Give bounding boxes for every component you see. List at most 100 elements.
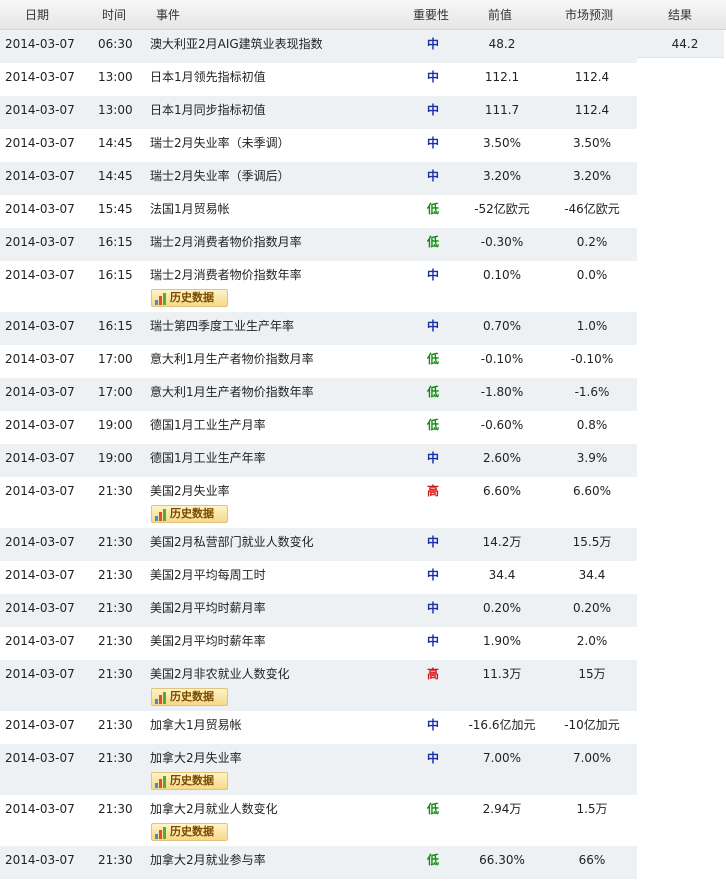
row-importance: 中 [426, 751, 439, 765]
row-forecast: 2.0% [576, 634, 608, 648]
row-date: 2014-03-07 [5, 202, 75, 216]
row-forecast: 0.0% [576, 268, 608, 282]
row-date: 2014-03-07 [5, 751, 75, 765]
table-row: 2014-03-07 21:30 美国2月平均时薪月率中 0.20% 0.20% [0, 594, 637, 627]
row-result [650, 711, 720, 740]
row-importance: 中 [426, 136, 439, 150]
table-row: 2014-03-07 16:15 瑞士第四季度工业生产年率中 0.70% 1.0% [0, 312, 637, 345]
row-time: 06:30 [98, 37, 133, 51]
bar-chart-icon [155, 692, 168, 704]
bar-chart-icon [155, 293, 168, 305]
history-data-button[interactable]: 历史数据 [151, 688, 228, 706]
row-event: 瑞士2月失业率（未季调） [150, 136, 290, 150]
row-time: 21:30 [98, 568, 133, 582]
header-event: 事件 [156, 8, 181, 22]
row-result [650, 444, 720, 473]
table-row: 2014-03-07 14:45 瑞士2月失业率（未季调）中 3.50% 3.50% [0, 129, 637, 162]
bar-chart-icon [155, 509, 168, 521]
row-forecast: -1.6% [574, 385, 610, 399]
row-importance: 高 [426, 667, 439, 681]
row-date: 2014-03-07 [5, 418, 75, 432]
table-row: 2014-03-07 21:30 加拿大2月就业人数变化低 2.94万 1.5万 历史数据 [0, 795, 637, 846]
row-importance: 低 [426, 202, 439, 216]
row-importance: 中 [426, 169, 439, 183]
row-importance: 中 [426, 268, 439, 282]
row-importance: 中 [426, 319, 439, 333]
bar-chart-icon [155, 827, 168, 839]
row-event: 美国2月平均时薪年率 [150, 634, 266, 648]
row-event: 美国2月失业率 [150, 484, 230, 498]
row-date: 2014-03-07 [5, 352, 75, 366]
row-event: 瑞士2月消费者物价指数月率 [150, 235, 302, 249]
header-time: 时间 [102, 8, 127, 22]
row-event: 日本1月领先指标初值 [150, 70, 266, 84]
table-row: 2014-03-07 15:45 法国1月贸易帐低 -52亿欧元 -46亿欧元 [0, 195, 637, 228]
history-data-button[interactable]: 历史数据 [151, 289, 228, 307]
row-date: 2014-03-07 [5, 667, 75, 681]
row-event: 日本1月同步指标初值 [150, 103, 266, 117]
history-data-button[interactable]: 历史数据 [151, 823, 228, 841]
header-result: 结果 [668, 8, 693, 22]
row-forecast: -10亿加元 [564, 718, 620, 732]
row-time: 16:15 [98, 268, 133, 282]
row-importance: 中 [426, 70, 439, 84]
row-event: 瑞士2月消费者物价指数年率 [150, 268, 302, 282]
row-forecast: 1.0% [576, 319, 608, 333]
row-result [650, 378, 720, 407]
table-row: 2014-03-07 21:30 美国2月非农就业人数变化高 11.3万 15万 历史数据 [0, 660, 637, 711]
table-row: 2014-03-07 21:30 加拿大1月贸易帐中 -16.6亿加元 -10亿加元 [0, 711, 637, 744]
row-date: 2014-03-07 [5, 601, 75, 615]
history-data-label: 历史数据 [170, 291, 214, 304]
table-row: 2014-03-07 16:15 瑞士2月消费者物价指数月率低 -0.30% 0.2% [0, 228, 637, 261]
row-event: 澳大利亚2月AIG建筑业表现指数 [150, 37, 323, 51]
table-row: 2014-03-07 14:45 瑞士2月失业率（季调后）中 3.20% 3.20% [0, 162, 637, 195]
row-time: 21:30 [98, 853, 133, 867]
row-forecast: 3.50% [572, 136, 612, 150]
row-event: 意大利1月生产者物价指数月率 [150, 352, 314, 366]
bar-chart-icon [155, 776, 168, 788]
row-date: 2014-03-07 [5, 718, 75, 732]
row-forecast: 0.8% [576, 418, 608, 432]
history-data-label: 历史数据 [170, 825, 214, 838]
row-importance: 低 [426, 235, 439, 249]
table-row: 2014-03-07 13:00 日本1月领先指标初值中 112.1 112.4 [0, 63, 637, 96]
row-date: 2014-03-07 [5, 37, 75, 51]
row-event: 美国2月平均时薪月率 [150, 601, 266, 615]
history-data-label: 历史数据 [170, 774, 214, 787]
row-forecast: 15万 [578, 667, 606, 681]
row-time: 19:00 [98, 451, 133, 465]
row-forecast: 3.20% [572, 169, 612, 183]
row-date: 2014-03-07 [5, 634, 75, 648]
row-forecast: 6.60% [572, 484, 612, 498]
row-date: 2014-03-07 [5, 235, 75, 249]
row-time: 19:00 [98, 418, 133, 432]
row-time: 17:00 [98, 352, 133, 366]
row-time: 21:30 [98, 634, 133, 648]
row-date: 2014-03-07 [5, 568, 75, 582]
table-row: 2014-03-07 19:00 德国1月工业生产年率中 2.60% 3.9% [0, 444, 637, 477]
row-event: 美国2月平均每周工时 [150, 568, 266, 582]
row-event: 加拿大2月失业率 [150, 751, 242, 765]
row-forecast: 0.2% [576, 235, 608, 249]
row-result [650, 63, 720, 92]
row-time: 21:30 [98, 751, 133, 765]
row-time: 17:00 [98, 385, 133, 399]
table-row: 2014-03-07 21:30 美国2月平均时薪年率中 1.90% 2.0% [0, 627, 637, 660]
row-importance: 低 [426, 802, 439, 816]
row-event: 法国1月贸易帐 [150, 202, 230, 216]
history-data-button[interactable]: 历史数据 [151, 772, 228, 790]
history-data-button[interactable]: 历史数据 [151, 505, 228, 523]
row-forecast: 7.00% [572, 751, 612, 765]
row-time: 16:15 [98, 319, 133, 333]
row-result [650, 477, 720, 506]
row-result [650, 795, 720, 824]
row-result [650, 312, 720, 341]
row-time: 13:00 [98, 70, 133, 84]
row-result [650, 411, 720, 440]
row-importance: 低 [426, 853, 439, 867]
row-time: 21:30 [98, 484, 133, 498]
row-forecast: 15.5万 [572, 535, 612, 549]
row-event: 德国1月工业生产年率 [150, 451, 266, 465]
row-time: 21:30 [98, 535, 133, 549]
row-forecast: -46亿欧元 [564, 202, 620, 216]
